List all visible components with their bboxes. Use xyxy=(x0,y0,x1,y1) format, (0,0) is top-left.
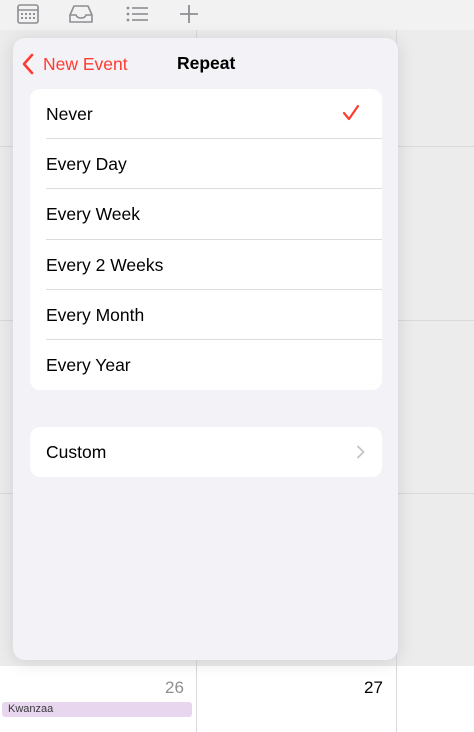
custom-repeat-row[interactable]: Custom xyxy=(30,427,382,477)
chevron-left-icon xyxy=(22,53,34,75)
option-label: Every Year xyxy=(46,354,131,375)
nav-bar: New Event Repeat xyxy=(13,38,398,90)
calendar-icon[interactable] xyxy=(15,3,41,25)
list-icon[interactable] xyxy=(124,3,150,25)
page-title: Repeat xyxy=(177,53,236,73)
chevron-right-icon xyxy=(357,445,365,459)
repeat-option-never[interactable]: Never xyxy=(30,89,382,140)
repeat-option-every-2-weeks[interactable]: Every 2 Weeks xyxy=(30,240,382,290)
grid-line xyxy=(196,666,197,732)
option-label: Every Month xyxy=(46,304,145,325)
repeat-option-every-year[interactable]: Every Year xyxy=(30,340,382,390)
grid-line xyxy=(396,666,397,732)
event-chip[interactable]: Kwanzaa xyxy=(2,702,192,717)
calendar-week-row[interactable] xyxy=(0,666,474,732)
checkmark-icon xyxy=(342,104,360,121)
back-button-label: New Event xyxy=(43,53,128,74)
add-icon[interactable] xyxy=(176,3,202,25)
day-number[interactable]: 26 xyxy=(165,678,184,698)
back-button[interactable]: New Event xyxy=(21,52,128,76)
option-label: Every 2 Weeks xyxy=(46,254,164,275)
custom-label: Custom xyxy=(46,442,107,462)
repeat-option-every-month[interactable]: Every Month xyxy=(30,290,382,340)
repeat-option-every-day[interactable]: Every Day xyxy=(30,139,382,190)
custom-group: Custom xyxy=(30,427,382,478)
repeat-popover: New Event Repeat Never Every Day Every W… xyxy=(13,38,398,660)
option-label: Every Day xyxy=(46,154,127,175)
repeat-option-every-week[interactable]: Every Week xyxy=(30,189,382,240)
option-label: Every Week xyxy=(46,204,141,225)
inbox-icon[interactable] xyxy=(68,3,94,25)
day-number-today[interactable]: 27 xyxy=(364,678,383,698)
repeat-options-list: Never Every Day Every Week Every 2 Weeks… xyxy=(30,89,382,391)
option-label: Never xyxy=(46,104,93,124)
toolbar xyxy=(0,0,474,30)
